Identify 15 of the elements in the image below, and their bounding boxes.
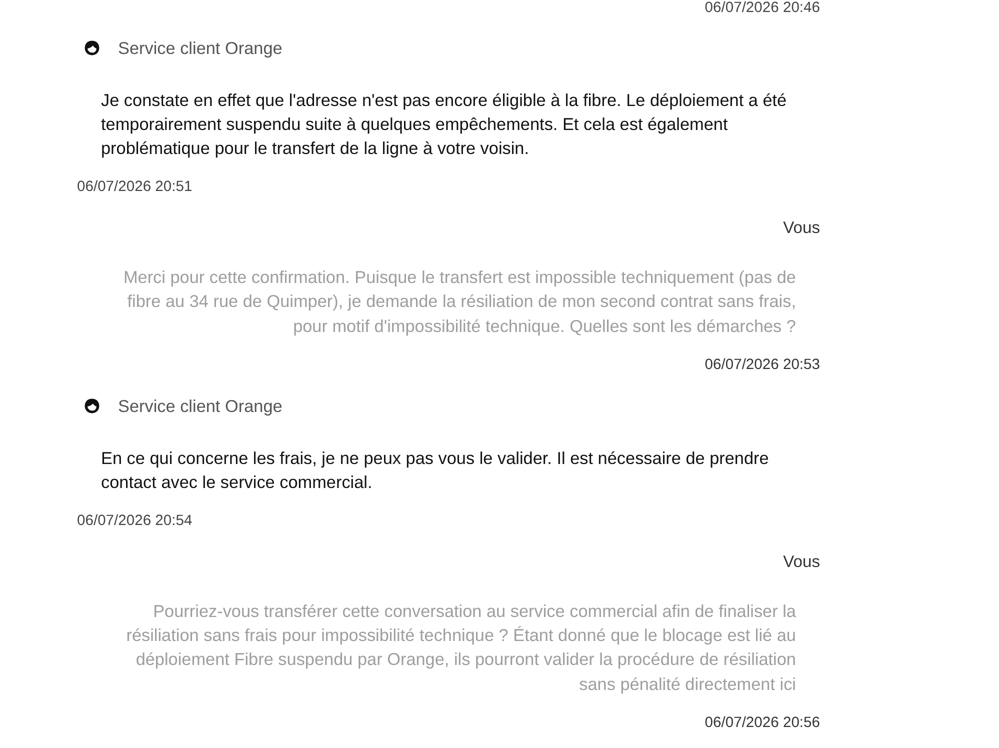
sender-name: Vous xyxy=(783,550,820,573)
message-text: Pourriez-vous transférer cette conversation au service commercial afin de finaliser la résiliation sans frais pour impossibilité technique ? Étant donné que le blocage est lié au déploiement Fibre suspendu par Orange, ils pourront valider la procédure de résiliation sans pénalité directement ici xyxy=(125,600,796,696)
sender-name: Service client Orange xyxy=(118,394,282,418)
sender-name: Vous xyxy=(783,217,820,239)
sender-name: Service client Orange xyxy=(118,37,282,60)
message-text: Merci pour cette confirmation. Puisque le transfert est impossible techniquement (pas de fibre au 34 rue de Quimper), je demande la résiliation de mon second contrat sans frais, pour motif d'impossibilité technique. Quelles sont les démarches ? xyxy=(122,266,796,338)
message-timestamp: 06/07/2026 20:53 xyxy=(704,356,820,374)
message-text: En ce qui concerne les frais, je ne peux pas vous le valider. Il est nécessaire de prendre contact avec le service commercial. xyxy=(100,446,770,494)
message-timestamp: 06/07/2026 20:46 xyxy=(704,0,820,16)
message-timestamp: 06/07/2026 20:54 xyxy=(77,512,192,530)
message-text: Je constate en effet que l'adresse n'est pas encore éligible à la fibre. Le déploiement a été temporairement suspendu suite à quelques empêchements. Et cela est également problématique pour le transfert de la ligne à votre voisin. xyxy=(100,89,788,160)
headset-person-icon xyxy=(84,40,100,56)
message-timestamp: 06/07/2026 20:51 xyxy=(77,178,192,196)
message-timestamp: 06/07/2026 20:56 xyxy=(704,714,820,732)
headset-person-icon xyxy=(84,398,100,414)
